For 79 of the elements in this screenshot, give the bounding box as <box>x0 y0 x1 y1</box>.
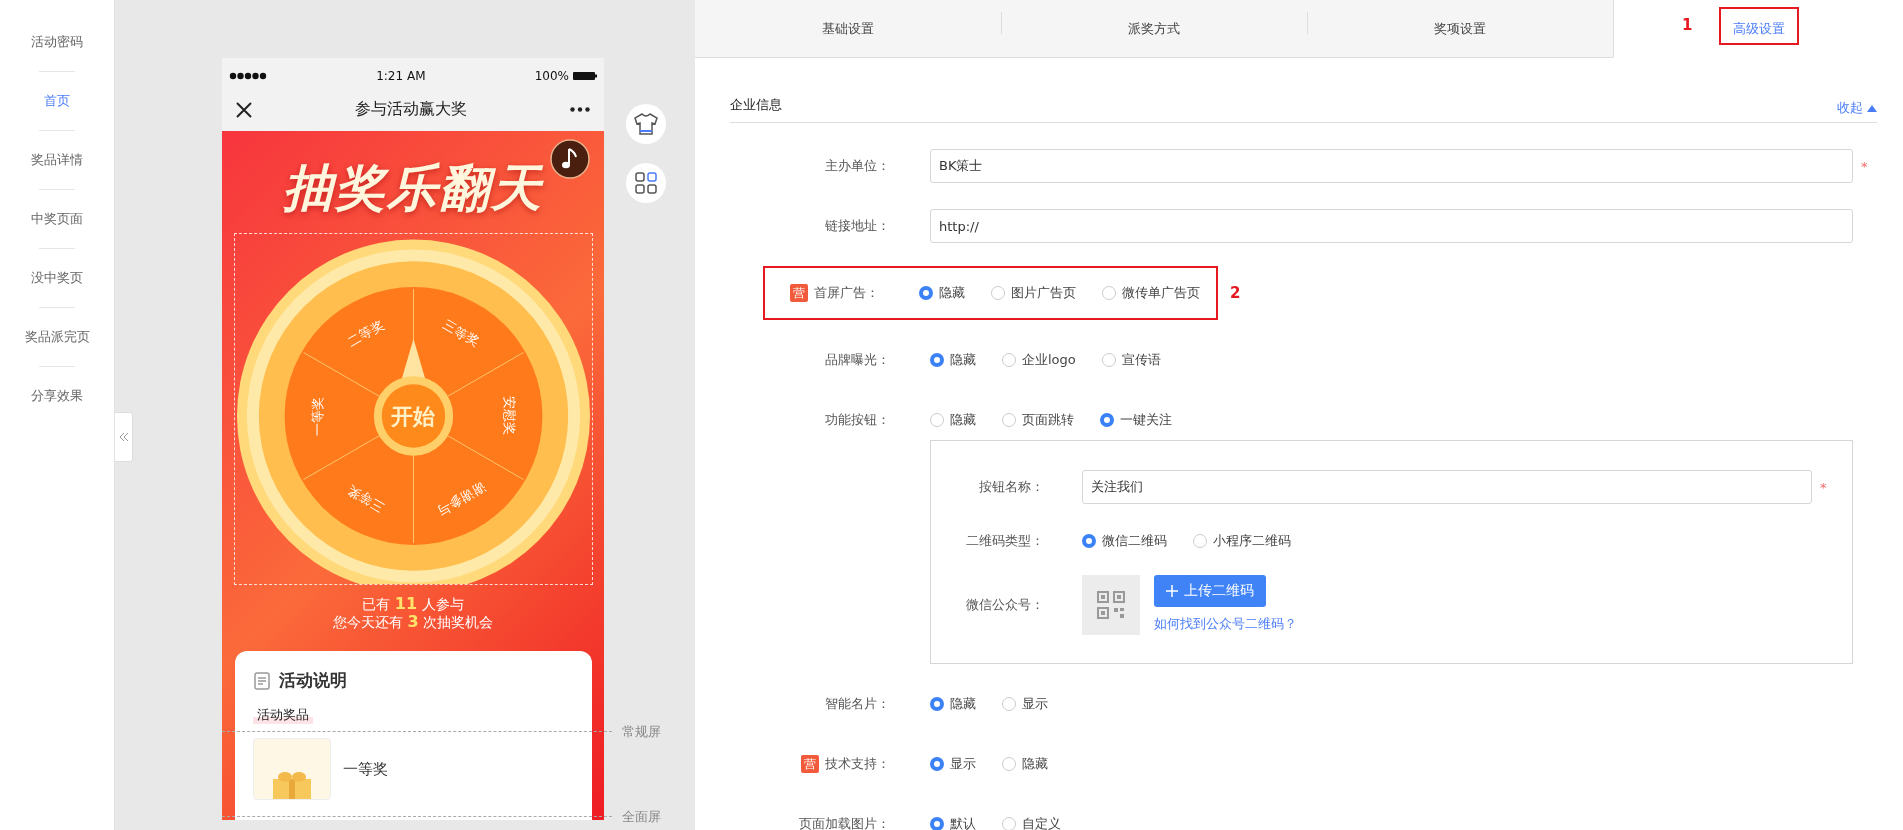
annotation-number: 1 <box>1682 16 1693 34</box>
field-label: 技术支持： <box>825 755 890 773</box>
tab[interactable]: 派奖方式 <box>1001 0 1307 58</box>
marketing-badge: 营 <box>801 755 819 773</box>
wheel-prize-label: 安慰奖 <box>501 396 517 436</box>
field-label: 功能按钮： <box>825 411 890 429</box>
sidebar-item[interactable]: 首页 <box>38 72 76 130</box>
participant-count: 已有 11 人参与 <box>361 595 465 613</box>
prize-name: 一等奖 <box>342 759 388 779</box>
battery-icon <box>573 71 597 81</box>
double-chevron-icon <box>118 432 129 442</box>
required-mark: * <box>1861 158 1869 174</box>
marketing-badge: 营 <box>790 284 808 302</box>
qr-code-icon <box>1096 590 1126 620</box>
radio-option[interactable]: 企业logo <box>1002 351 1076 369</box>
field-label: 二维码类型： <box>966 532 1044 550</box>
radio-option[interactable]: 宣传语 <box>1101 351 1161 369</box>
radio-option[interactable]: 隐藏 <box>919 284 965 302</box>
remaining-chances: 您今天还有 3 次抽奖机会 <box>332 613 493 631</box>
tab[interactable]: 奖项设置 <box>1307 0 1613 58</box>
more-icon[interactable] <box>570 107 590 112</box>
sidebar-item[interactable]: 活动密码 <box>25 13 89 71</box>
battery-percent: 100% <box>534 69 569 83</box>
field-label: 智能名片： <box>825 695 890 713</box>
banner-title: 抽奖乐翻天 <box>283 158 543 219</box>
wheel-prize-label: 谢谢参与 <box>434 479 488 519</box>
radio-option[interactable]: 微传单广告页 <box>1102 284 1200 302</box>
sidebar-item[interactable]: 中奖页面 <box>25 190 89 248</box>
field-label: 按钮名称： <box>979 478 1044 496</box>
shirt-icon <box>634 113 658 135</box>
radio-option[interactable]: 页面跳转 <box>1002 411 1074 429</box>
text-input[interactable]: 关注我们 <box>1082 470 1812 504</box>
radio-option[interactable]: 图片广告页 <box>991 284 1076 302</box>
music-note-icon[interactable] <box>550 139 590 179</box>
radio-option[interactable]: 隐藏 <box>930 695 976 713</box>
signal-dots-icon <box>229 72 267 80</box>
help-link[interactable]: 如何找到公众号二维码？ <box>1154 615 1297 633</box>
wheel-prize-label: 一等奖 <box>309 396 325 436</box>
radio-option[interactable]: 隐藏 <box>1002 755 1048 773</box>
collapse-toggle[interactable]: 收起 <box>1837 99 1877 117</box>
prize-section-label: 活动奖品 <box>252 706 313 724</box>
annotation-number: 2 <box>1230 284 1241 302</box>
radio-option[interactable]: 默认 <box>930 815 976 830</box>
radio-option[interactable]: 自定义 <box>1002 815 1061 830</box>
sidebar-item[interactable]: 分享效果 <box>25 367 89 425</box>
upload-button[interactable]: 上传二维码 <box>1154 575 1266 607</box>
radio-option[interactable]: 隐藏 <box>930 351 976 369</box>
sidebar-item[interactable]: 奖品派完页 <box>18 308 96 366</box>
field-label: 微信公众号： <box>966 596 1044 614</box>
collapse-handle[interactable] <box>115 412 133 462</box>
field-label: 主办单位： <box>825 157 890 175</box>
sidebar-item[interactable]: 奖品详情 <box>25 131 89 189</box>
layout-button[interactable] <box>626 163 666 203</box>
section-title: 企业信息 <box>730 96 782 114</box>
page-title: 参与活动赢大奖 <box>355 99 467 120</box>
radio-option[interactable]: 一键关注 <box>1100 411 1172 429</box>
radio-option[interactable]: 隐藏 <box>930 411 976 429</box>
caret-up-icon <box>1867 104 1877 112</box>
sidebar-item[interactable]: 没中奖页 <box>25 249 89 307</box>
wheel-prize-label: 三等奖 <box>344 482 386 516</box>
field-label: 品牌曝光： <box>825 351 890 369</box>
radio-option[interactable]: 显示 <box>1002 695 1048 713</box>
field-label: 链接地址： <box>825 217 890 235</box>
radio-option[interactable]: 微信二维码 <box>1082 532 1167 550</box>
required-mark: * <box>1820 479 1828 495</box>
radio-option[interactable]: 显示 <box>930 755 976 773</box>
card-title: 活动说明 <box>278 669 347 692</box>
text-input[interactable]: BK策士 <box>930 149 1853 183</box>
close-icon[interactable] <box>236 101 252 118</box>
text-input[interactable]: http:// <box>930 209 1853 243</box>
radio-option[interactable]: 小程序二维码 <box>1193 532 1291 550</box>
status-time: 1:21 AM <box>376 69 426 83</box>
field-label: 首屏广告： <box>814 284 879 302</box>
field-label: 页面加载图片： <box>799 815 890 830</box>
tab[interactable]: 基础设置 <box>695 0 1001 58</box>
document-icon <box>252 670 273 691</box>
theme-button[interactable] <box>626 104 666 144</box>
grid-icon <box>635 172 657 194</box>
plus-icon <box>1166 585 1178 597</box>
